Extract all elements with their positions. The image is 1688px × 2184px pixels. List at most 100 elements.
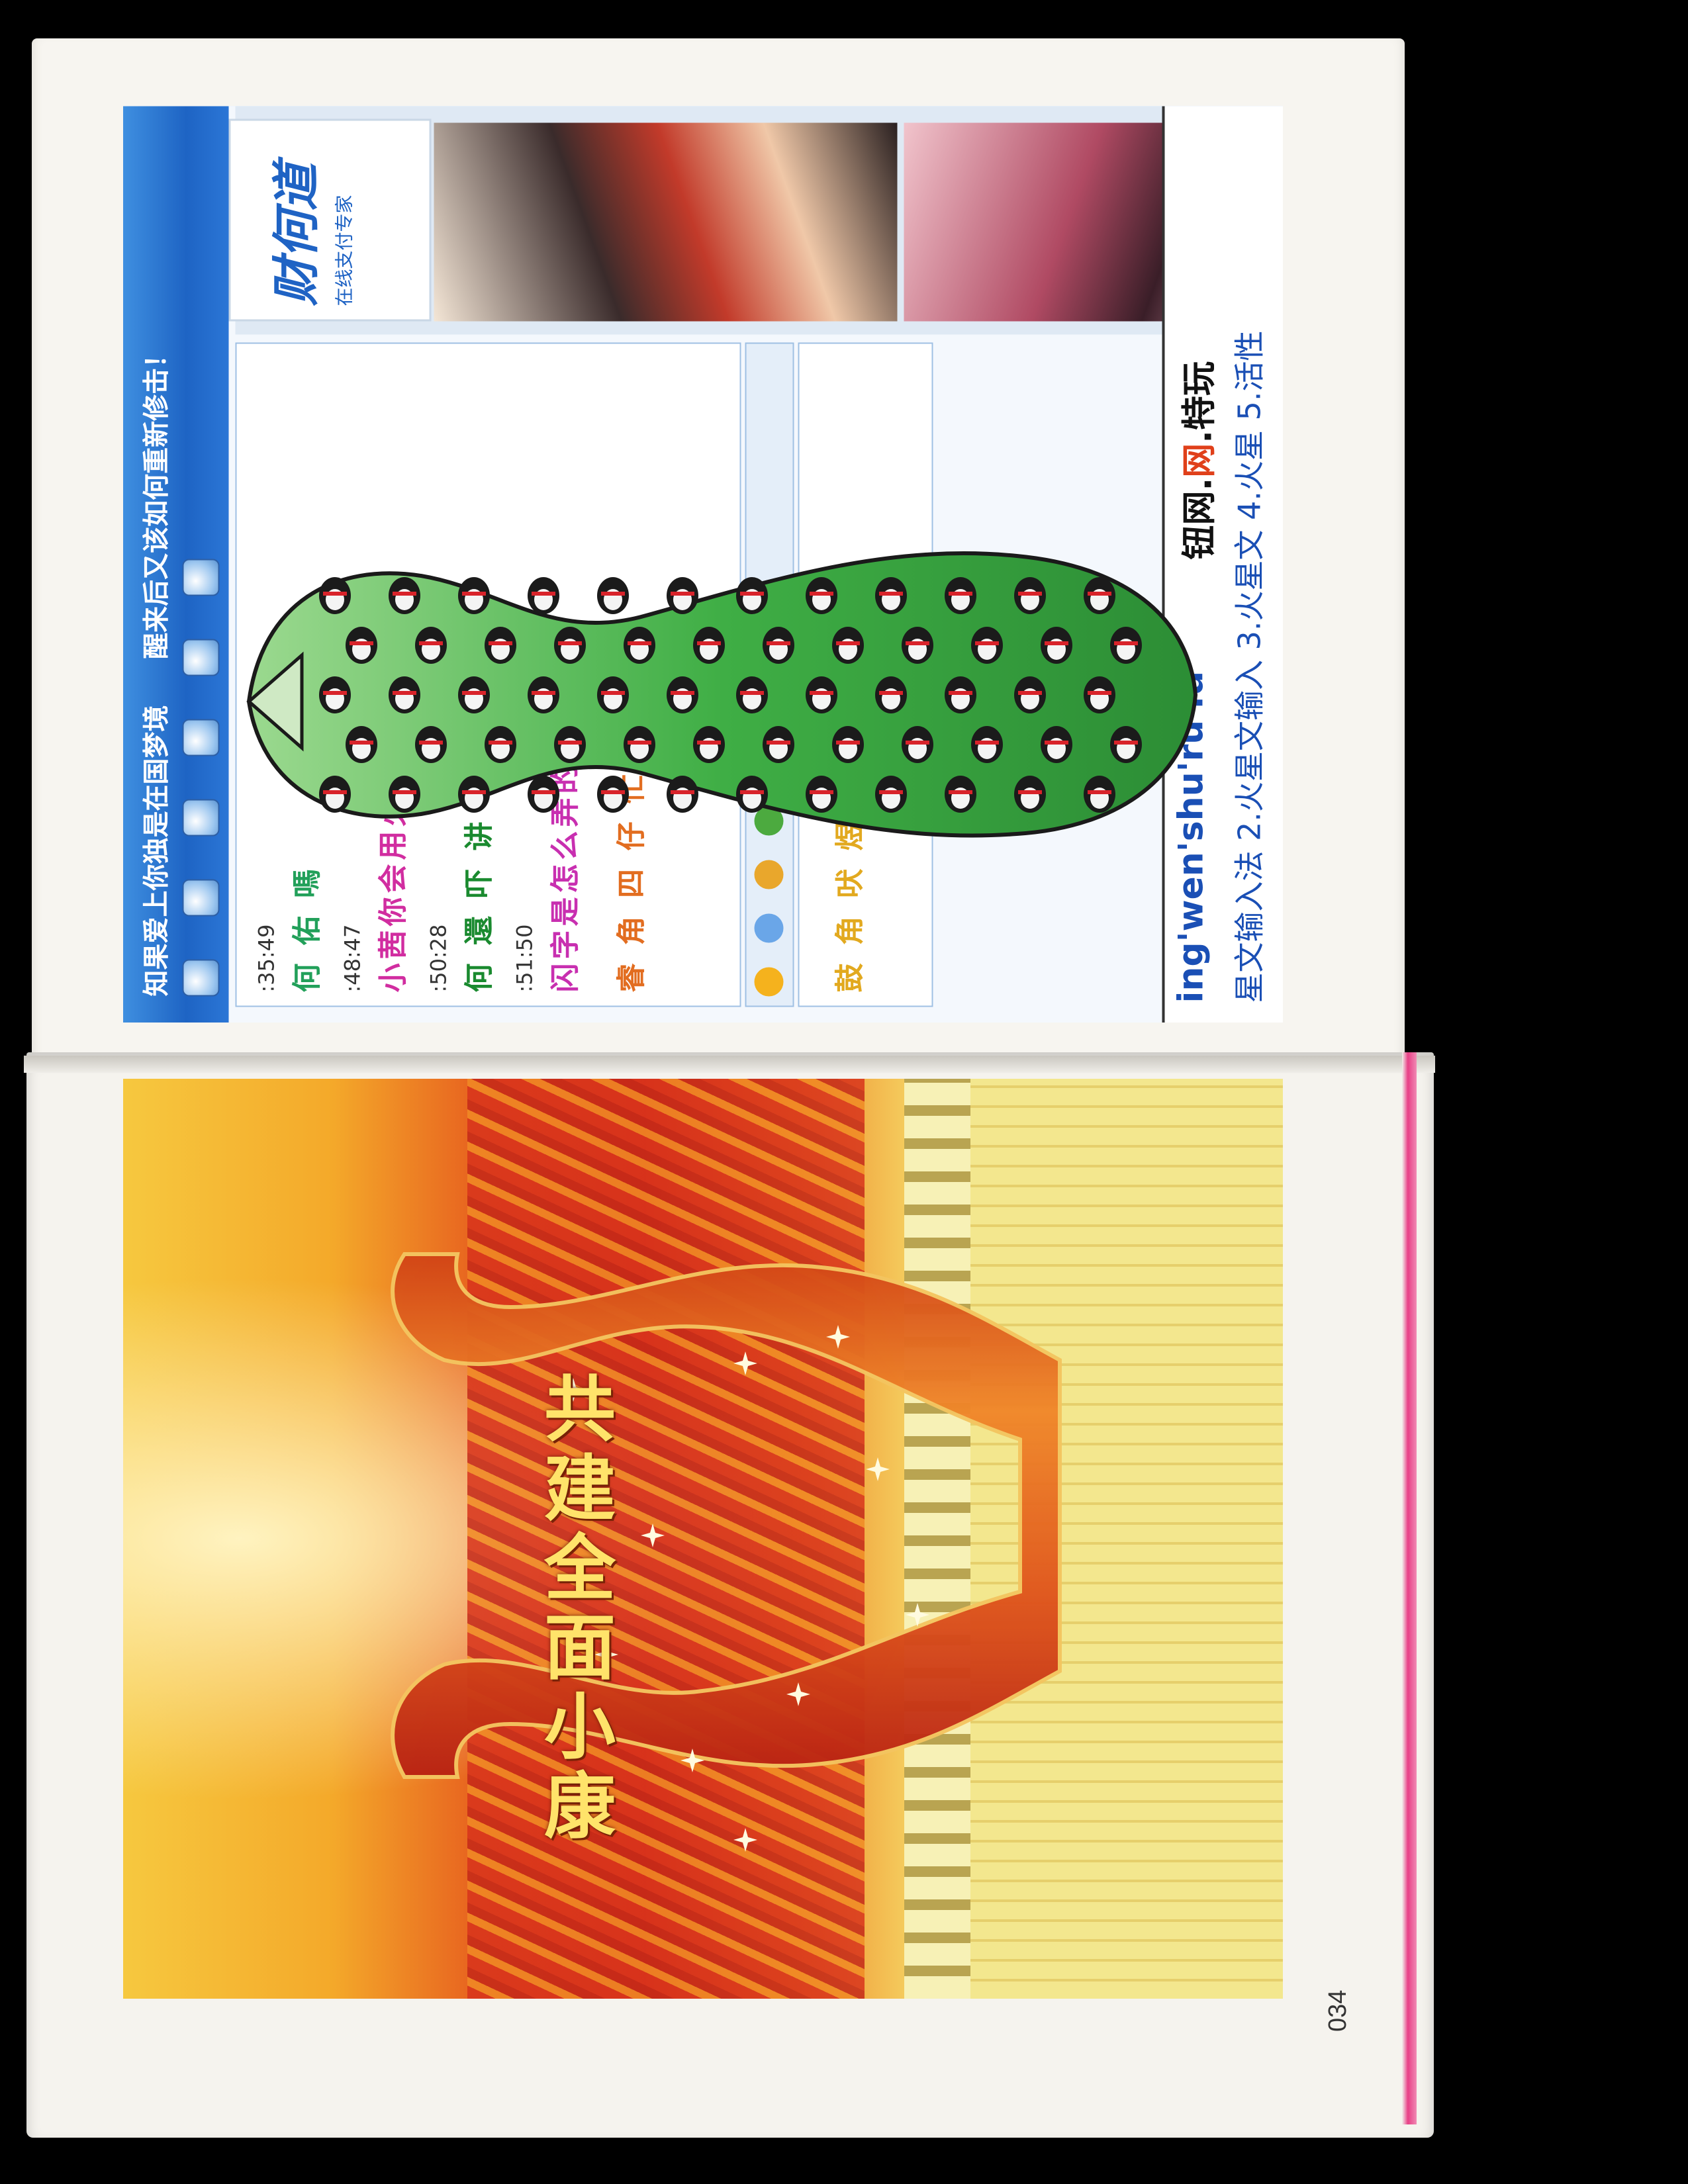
qipao-silhouette [391, 1252, 1062, 1779]
slogan-char: 康 [543, 1765, 616, 1848]
penguin-icon [736, 676, 768, 713]
book-gutter [24, 1056, 1435, 1073]
penguin-icon [945, 676, 976, 713]
penguin-icon [1110, 627, 1142, 664]
qq-toolbar [182, 401, 222, 997]
qq-topic-text-right: 醒来后又该如何重新修击！ [141, 341, 172, 659]
slogan-char: 小 [543, 1686, 616, 1769]
penguin-icon [945, 577, 976, 614]
penguin-icon [389, 776, 420, 813]
penguin-icon [875, 577, 907, 614]
penguin-icon [693, 726, 725, 763]
penguin-icon [389, 577, 420, 614]
penguin-icon [554, 726, 586, 763]
penguin-icon [319, 776, 351, 813]
penguin-icon [415, 627, 447, 664]
penguin-icon [875, 676, 907, 713]
chat-line: :48:47 [336, 925, 367, 993]
ad-slogan: 在线支付专家 [333, 195, 355, 306]
penguin-icon [1014, 676, 1046, 713]
penguin-icon [1041, 726, 1072, 763]
penguin-icon [971, 726, 1003, 763]
poster-slogan: 共 建 全 面 小 康 [500, 1370, 673, 1873]
penguin-icon [458, 577, 490, 614]
green-qipao-graphic [246, 551, 1198, 838]
penguin-icon [806, 577, 837, 614]
penguin-icon [1014, 577, 1046, 614]
penguin-icon [389, 676, 420, 713]
mail-icon[interactable] [182, 719, 220, 756]
settings-icon[interactable] [182, 559, 220, 596]
penguin-icon [346, 627, 377, 664]
penguin-icon [485, 627, 516, 664]
penguin-icon [485, 726, 516, 763]
penguin-icon [1014, 776, 1046, 813]
chat-line: :50:28 [422, 925, 453, 993]
qq-title-bar: 知果爱上你独是在国梦境 醒来后又该如何重新修击！ [123, 106, 229, 1023]
ime-candidates[interactable]: 星文输入法 2.火星文输入 3.火星文 4.火星 5.活性 [1226, 330, 1270, 1003]
qq-chat-screenshot: 知果爱上你独是在国梦境 醒来后又该如何重新修击！ :35:49 何 佑 嗎:4… [123, 106, 1283, 1023]
penguin-icon [693, 627, 725, 664]
page-number: 034 [1324, 1989, 1352, 2032]
penguin-icon [346, 726, 377, 763]
ad-banner[interactable]: 财何道 在线支付专家 [228, 118, 432, 322]
chat-time: :51:50 [512, 924, 538, 993]
penguin-icon [319, 676, 351, 713]
penguin-icon [319, 577, 351, 614]
penguin-icon [806, 776, 837, 813]
chat-time: :48:47 [340, 924, 365, 993]
chat-line: :35:49 [250, 925, 281, 993]
ime-hint-tail: .特玩 [1180, 361, 1220, 443]
penguin-icon [624, 627, 655, 664]
penguin-icon [875, 776, 907, 813]
qq-show-icon[interactable] [182, 639, 220, 676]
penguin-icon [832, 627, 864, 664]
chat-time: :50:28 [426, 924, 451, 993]
penguin-icon [763, 726, 794, 763]
video-call-icon[interactable] [182, 959, 220, 997]
penguin-icon [1041, 627, 1072, 664]
qq-topic-text: 知果爱上你独是在国梦境 [141, 705, 172, 997]
penguin-icon [667, 676, 698, 713]
slogan-char: 建 [543, 1447, 616, 1531]
penguin-icon [1084, 776, 1115, 813]
send-file-icon[interactable] [182, 799, 220, 837]
chat-time: :35:49 [254, 924, 279, 993]
penguin-icon [1110, 726, 1142, 763]
sparkle [733, 1351, 757, 1375]
voice-call-icon[interactable] [182, 879, 220, 917]
penguin-icon [1084, 676, 1115, 713]
penguin-icon [971, 627, 1003, 664]
slogan-char: 全 [543, 1527, 616, 1610]
ime-hint-red: 网 [1180, 443, 1220, 478]
penguin-icon [902, 726, 933, 763]
emoticon-icon[interactable] [754, 913, 784, 943]
sparkle [733, 1828, 757, 1852]
qq-group-topic: 知果爱上你独是在国梦境 醒来后又该如何重新修击！ [135, 341, 173, 997]
penguin-icon [806, 676, 837, 713]
slogan-char: 共 [543, 1368, 616, 1451]
penguin-icon [945, 776, 976, 813]
penguin-icon [597, 776, 629, 813]
font-icon[interactable] [754, 967, 784, 997]
penguin-icon [902, 627, 933, 664]
penguin-icon [1084, 577, 1115, 614]
great-wall-poster: 共 建 全 面 小 康 [123, 1079, 1283, 1999]
penguin-icon [667, 776, 698, 813]
penguin-icon [528, 776, 559, 813]
slogan-char: 面 [543, 1606, 616, 1690]
page-edge [1402, 1052, 1417, 2124]
penguin-icon [528, 577, 559, 614]
penguin-icon [736, 776, 768, 813]
penguin-icon [528, 676, 559, 713]
penguin-icon [597, 676, 629, 713]
chat-line: :51:50 [508, 925, 539, 993]
red-qipao-graphic [391, 1252, 1062, 1852]
penguin-icon [667, 577, 698, 614]
ad-logo: 财何道 [268, 163, 324, 306]
penguin-icon [736, 577, 768, 614]
penguin-icon [458, 676, 490, 713]
penguin-icon [832, 726, 864, 763]
penguin-icon [554, 627, 586, 664]
fashion-illustration [434, 122, 898, 322]
